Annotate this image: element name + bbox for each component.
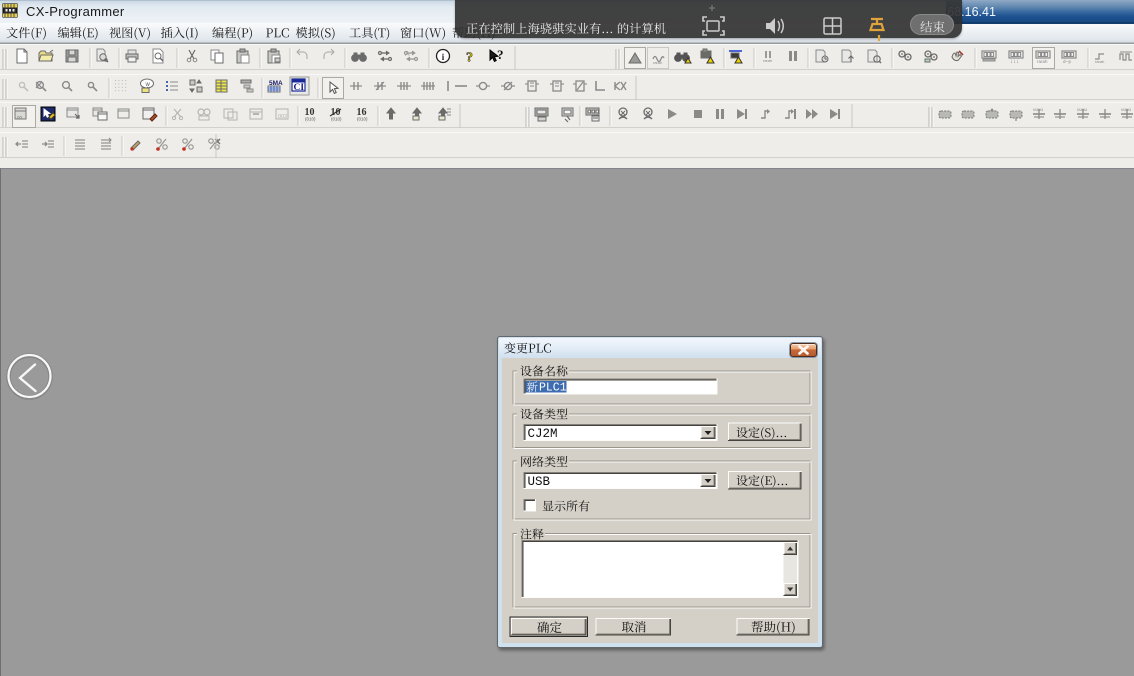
svg-text:USB: USB bbox=[528, 475, 551, 489]
svg-text:CJ2M: CJ2M bbox=[528, 427, 558, 441]
svg-text:PLC1: PLC1 bbox=[539, 382, 567, 395]
